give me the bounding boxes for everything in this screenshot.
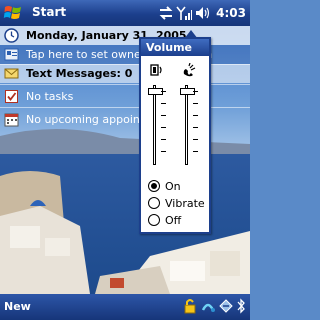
ringer-on-radio[interactable] bbox=[148, 180, 160, 192]
ringer-on-option[interactable]: On bbox=[148, 179, 181, 193]
tasks-row[interactable]: No tasks bbox=[0, 87, 250, 106]
start-menu-button[interactable]: Start bbox=[32, 5, 66, 19]
ringer-volume-icon bbox=[183, 63, 196, 77]
lock-icon[interactable] bbox=[182, 298, 198, 314]
ringer-off-label: Off bbox=[165, 213, 182, 227]
volume-popup: Volume On Vibrate Off bbox=[139, 30, 211, 234]
ringer-off-option[interactable]: Off bbox=[148, 213, 181, 227]
slider-tick bbox=[193, 139, 198, 140]
ringer-vibrate-option[interactable]: Vibrate bbox=[148, 196, 205, 210]
sync-icon[interactable] bbox=[218, 298, 234, 314]
softkey-bar: New bbox=[0, 294, 250, 320]
new-softkey[interactable]: New bbox=[4, 300, 31, 313]
slider-tick bbox=[161, 103, 166, 104]
slider-tick bbox=[161, 91, 166, 92]
voice-command-icon[interactable] bbox=[200, 298, 216, 314]
popup-pointer bbox=[184, 30, 198, 39]
windows-flag-icon[interactable] bbox=[3, 3, 23, 23]
system-volume-icon bbox=[150, 64, 162, 76]
today-date-row[interactable]: Monday, January 31, 2005 bbox=[0, 26, 250, 45]
divider bbox=[0, 107, 250, 108]
divider bbox=[0, 84, 250, 85]
calendar-icon bbox=[4, 113, 19, 127]
messages-text: Text Messages: 0 bbox=[26, 67, 133, 80]
title-bar: Start 4:03 bbox=[0, 0, 250, 26]
envelope-icon bbox=[4, 68, 19, 79]
ringer-volume-slider[interactable] bbox=[185, 85, 188, 165]
connectivity-icon[interactable] bbox=[159, 6, 173, 20]
ringer-vibrate-label: Vibrate bbox=[165, 196, 205, 210]
calendar-row[interactable]: No upcoming appointments bbox=[0, 110, 250, 129]
slider-tick bbox=[193, 127, 198, 128]
slider-tick bbox=[161, 139, 166, 140]
ringer-on-label: On bbox=[165, 179, 181, 193]
owner-info-row[interactable]: Tap here to set owner information bbox=[0, 45, 250, 64]
system-volume-slider[interactable] bbox=[153, 85, 156, 165]
slider-tick bbox=[161, 127, 166, 128]
slider-tick bbox=[193, 91, 198, 92]
slider-tick bbox=[193, 103, 198, 104]
bluetooth-icon[interactable] bbox=[236, 298, 246, 314]
clock[interactable]: 4:03 bbox=[216, 6, 246, 20]
slider-tick bbox=[161, 151, 166, 152]
tasks-text: No tasks bbox=[26, 90, 74, 103]
messages-row[interactable]: Text Messages: 0 bbox=[0, 64, 250, 83]
status-icons: 4:03 bbox=[159, 3, 246, 23]
slider-tick bbox=[193, 115, 198, 116]
ringer-vibrate-radio[interactable] bbox=[148, 197, 160, 209]
slider-tick bbox=[161, 115, 166, 116]
volume-title: Volume bbox=[141, 39, 209, 56]
system-tray bbox=[182, 298, 246, 314]
owner-card-icon bbox=[4, 48, 19, 61]
clock-icon bbox=[4, 28, 19, 43]
signal-icon[interactable] bbox=[176, 5, 193, 21]
slider-tick bbox=[193, 151, 198, 152]
speaker-icon[interactable] bbox=[195, 6, 211, 20]
tasks-checkbox-icon bbox=[5, 90, 18, 103]
ringer-off-radio[interactable] bbox=[148, 214, 160, 226]
